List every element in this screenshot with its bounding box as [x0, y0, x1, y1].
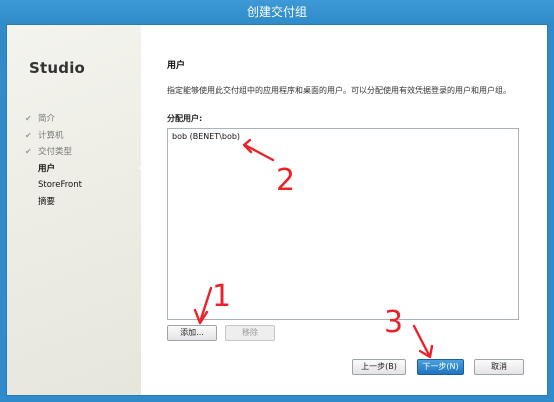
check-icon: ✔: [25, 114, 32, 123]
wizard-steps: ✔ 简介 ✔ 计算机 ✔ 交付类型 用户 StoreFront 摘要: [25, 111, 82, 210]
check-icon: ✔: [25, 147, 32, 156]
check-icon: ✔: [25, 130, 32, 140]
step-summary: 摘要: [38, 196, 56, 207]
add-user-button[interactable]: 添加...: [167, 325, 217, 341]
studio-logo: Studio: [29, 59, 86, 77]
wizard-main: 用户 指定能够使用此交付组中的应用程序和桌面的用户。可以分配使用有效凭据登录的用…: [141, 25, 547, 395]
back-button[interactable]: 上一步(B): [352, 359, 406, 375]
assigned-users-list[interactable]: bob (BENET\bob): [167, 128, 519, 320]
page-title: 用户: [167, 61, 186, 71]
step-machines: ✔ 计算机: [25, 128, 82, 145]
wizard-sidebar: Studio ✔ 简介 ✔ 计算机 ✔ 交付类型 用户 StoreFront 摘要: [7, 25, 141, 395]
step-delivery-type: ✔ 交付类型: [25, 144, 82, 161]
next-button[interactable]: 下一步(N): [417, 359, 464, 375]
create-delivery-group-dialog: Studio ✔ 简介 ✔ 计算机 ✔ 交付类型 用户 StoreFront 摘要 用…: [7, 25, 547, 395]
page-description: 指定能够使用此交付组中的应用程序和桌面的用户。可以分配使用有效凭据登录的用户和用…: [167, 86, 511, 95]
remove-user-button[interactable]: 移除: [225, 325, 275, 341]
list-item[interactable]: bob (BENET\bob): [168, 129, 518, 144]
step-users: 用户: [38, 163, 56, 174]
cancel-button[interactable]: 取消: [474, 359, 524, 375]
step-intro: ✔ 简介: [25, 111, 82, 128]
window-title: 创建交付组: [0, 0, 554, 24]
assigned-users-label: 分配用户:: [167, 114, 203, 123]
step-storefront: StoreFront: [38, 180, 82, 190]
